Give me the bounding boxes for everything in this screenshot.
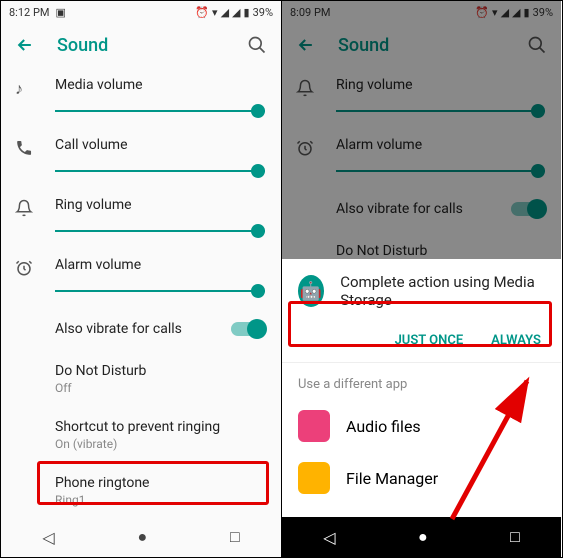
- scrim[interactable]: [282, 1, 561, 297]
- nav-home[interactable]: ●: [137, 527, 147, 547]
- vibrate-switch[interactable]: [231, 322, 265, 336]
- phone-left: 8:12 PM ▣ ⏰ ▾ ◢ ◢ ▮ 39% Sound ♪ Media vo…: [1, 1, 281, 557]
- phone-right: 8:09 PM ⏰ ▾ ◢ ◢ ▮ 39% Sound Ring volume …: [281, 1, 561, 557]
- nav-home[interactable]: ●: [418, 527, 428, 547]
- alarm-volume-row[interactable]: Alarm volume: [1, 247, 281, 307]
- item-subtitle: Off: [55, 381, 265, 395]
- call-volume-row[interactable]: Call volume: [1, 127, 281, 187]
- ring-volume-row[interactable]: Ring volume: [1, 187, 281, 247]
- search-button[interactable]: [247, 35, 267, 55]
- app-icon: [298, 410, 330, 442]
- app-icon: [298, 462, 330, 494]
- slider-label: Call volume: [55, 137, 265, 153]
- highlight-box: [288, 301, 552, 347]
- screenshot-icon: ▣: [55, 6, 65, 19]
- ring-volume-slider[interactable]: [55, 221, 265, 241]
- status-icons: ⏰ ▾ ◢ ◢ ▮ 39%: [195, 6, 273, 19]
- app-label: File Manager: [346, 469, 438, 488]
- note-icon: ♪: [15, 77, 55, 99]
- nav-back[interactable]: ◁: [42, 528, 54, 547]
- dnd-item[interactable]: Do Not Disturb Off: [1, 351, 281, 407]
- arrow-annotation: [432, 369, 552, 529]
- slider-label: Alarm volume: [55, 257, 265, 273]
- back-button[interactable]: [15, 35, 35, 55]
- call-volume-slider[interactable]: [55, 161, 265, 181]
- item-title: Do Not Disturb: [55, 363, 265, 379]
- status-bar: 8:12 PM ▣ ⏰ ▾ ◢ ◢ ▮ 39%: [1, 1, 281, 23]
- app-label: Audio files: [346, 417, 421, 436]
- item-title: Shortcut to prevent ringing: [55, 419, 265, 435]
- highlight-box: [37, 461, 269, 505]
- app-bar: Sound: [1, 23, 281, 67]
- bell-icon: [15, 197, 55, 217]
- alarm-icon: ⏰: [195, 6, 209, 19]
- toggle-label: Also vibrate for calls: [55, 321, 231, 337]
- slider-label: Ring volume: [55, 197, 265, 213]
- slider-label: Media volume: [55, 77, 265, 93]
- wifi-icon: ▾: [212, 6, 218, 19]
- nav-recent[interactable]: □: [510, 527, 520, 547]
- phone-icon: [15, 137, 55, 157]
- battery-text: 39%: [253, 6, 273, 19]
- media-volume-row[interactable]: ♪ Media volume: [1, 67, 281, 127]
- status-time: 8:12 PM: [9, 6, 49, 19]
- media-volume-slider[interactable]: [55, 101, 265, 121]
- nav-bar: ◁ ● □: [1, 517, 281, 557]
- signal-icon: ◢: [221, 6, 229, 19]
- page-title: Sound: [57, 35, 225, 56]
- item-subtitle: On (vibrate): [55, 437, 265, 451]
- vibrate-toggle-row[interactable]: Also vibrate for calls: [1, 307, 281, 351]
- settings-list[interactable]: ♪ Media volume Call volume Ring volume A…: [1, 67, 281, 519]
- shortcut-item[interactable]: Shortcut to prevent ringing On (vibrate): [1, 407, 281, 463]
- alarm-volume-slider[interactable]: [55, 281, 265, 301]
- signal-icon: ◢: [232, 6, 240, 19]
- battery-icon: ▮: [244, 6, 250, 19]
- nav-back[interactable]: ◁: [323, 528, 335, 547]
- alarm-icon: [15, 257, 55, 277]
- nav-recent[interactable]: □: [230, 527, 240, 547]
